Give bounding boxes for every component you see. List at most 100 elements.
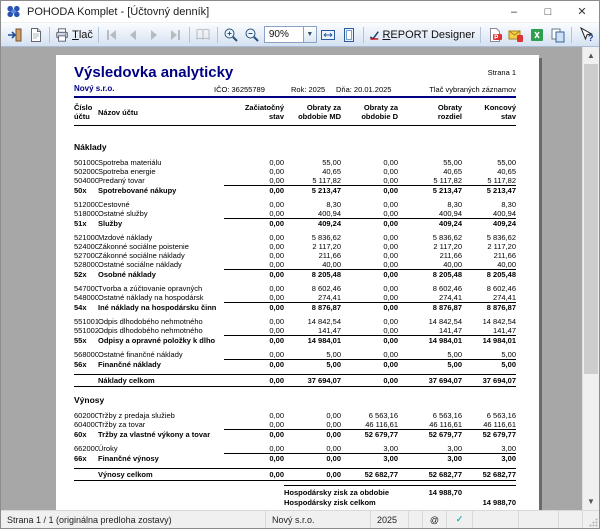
- table-cell: 5 836,62: [398, 233, 462, 242]
- table-cell: 60x: [74, 430, 98, 439]
- minimize-button[interactable]: –: [497, 1, 531, 22]
- copy-button[interactable]: [547, 24, 568, 45]
- table-cell: 524000: [74, 242, 98, 251]
- table-cell: 5 117,82: [462, 176, 516, 185]
- account-row: 527000Zákonné sociálne náklady0,00211,66…: [74, 251, 516, 260]
- table-cell: Ostatné finančné náklady: [98, 350, 233, 359]
- account-row: 501000Spotreba materiálu0,0055,000,0055,…: [74, 158, 516, 167]
- table-cell: 528000: [74, 260, 98, 269]
- table-cell: Služby: [98, 219, 233, 228]
- toolbar-separator: [189, 27, 190, 43]
- table-cell: 0,00: [341, 219, 398, 228]
- table-cell: 0,00: [233, 186, 284, 195]
- resize-grip-icon: [589, 518, 598, 527]
- table-cell: 0,00: [341, 360, 398, 369]
- table-cell: Ostatné sociálne náklady: [98, 260, 233, 269]
- subtotal-row: 54xIné náklady na hospodársku činn0,008 …: [74, 303, 516, 312]
- close-button[interactable]: ✕: [565, 1, 599, 22]
- table-cell: 52 682,77: [341, 469, 398, 480]
- status-empty-cell: [409, 511, 423, 528]
- table-cell: Odpisy a opravné položky k dlho: [98, 336, 233, 345]
- context-help-button[interactable]: ?: [575, 24, 596, 45]
- subtotal-row: 50xSpotrebované nákupy0,005 213,470,005 …: [74, 186, 516, 195]
- report-page[interactable]: Výsledovka analyticky Strana 1 Nový s.r.…: [56, 55, 539, 510]
- status-check-indicator: ✓: [447, 511, 473, 528]
- table-cell: 46 116,61: [341, 420, 398, 429]
- table-cell: 0,00: [233, 176, 284, 185]
- table-cell: 5 117,82: [284, 176, 341, 185]
- table-cell: 5 117,82: [398, 176, 462, 185]
- zoom-dropdown-button[interactable]: ▼: [304, 26, 317, 43]
- send-pdf-email-button[interactable]: [505, 24, 526, 45]
- table-cell: 211,66: [462, 251, 516, 260]
- next-page-button: [144, 24, 165, 45]
- zoom-out-button[interactable]: [242, 24, 263, 45]
- report-title: Výsledovka analyticky: [74, 64, 233, 81]
- export-pdf-button[interactable]: [484, 24, 505, 45]
- account-block: 662000Úroky0,000,003,003,003,0066xFinanč…: [74, 444, 516, 463]
- table-cell: 0,00: [233, 219, 284, 228]
- account-block: 551001Odpis dlhodobého nehmotného0,0014 …: [74, 317, 516, 345]
- table-cell: 8,30: [462, 200, 516, 209]
- zoom-level-value[interactable]: 90%: [264, 26, 304, 43]
- result-value: 14 988,70: [416, 488, 462, 498]
- column-header-cislo: Čísloúčtu: [74, 103, 98, 121]
- fit-width-button[interactable]: [318, 24, 339, 45]
- zoom-level-combo[interactable]: 90% ▼: [264, 26, 317, 43]
- table-cell: 0,00: [233, 430, 284, 439]
- table-cell: 8 602,46: [284, 284, 341, 293]
- table-cell: Odpis dlhodobého nehmotného: [98, 317, 233, 326]
- status-at-indicator: @: [423, 511, 447, 528]
- fit-width-icon: [320, 27, 336, 43]
- print-button[interactable]: Tlač: [53, 24, 95, 45]
- table-cell: 602000: [74, 411, 98, 420]
- table-cell: 40,65: [398, 167, 462, 176]
- table-cell: 14 842,54: [284, 317, 341, 326]
- table-cell: 0,00: [341, 260, 398, 269]
- table-cell: 274,41: [462, 293, 516, 302]
- scrollbar-thumb[interactable]: [584, 64, 598, 374]
- table-cell: Cestovné: [98, 200, 233, 209]
- table-cell: 0,00: [233, 200, 284, 209]
- close-preview-icon: [7, 27, 23, 43]
- table-cell: 2 117,20: [398, 242, 462, 251]
- print-preview-area[interactable]: Výsledovka analyticky Strana 1 Nový s.r.…: [1, 47, 599, 510]
- table-cell: Úroky: [98, 444, 233, 453]
- table-cell: 55x: [74, 336, 98, 345]
- scroll-down-arrow[interactable]: ▼: [583, 493, 599, 510]
- facing-pages-icon: [195, 27, 211, 43]
- column-header-obraty-md: Obraty zaobdobie MD: [284, 103, 341, 121]
- table-cell: 55,00: [284, 158, 341, 167]
- total-row: Náklady celkom0,0037 694,070,0037 694,07…: [74, 374, 516, 387]
- report-designer-button[interactable]: REPORT Designer: [367, 24, 477, 45]
- table-cell: 400,94: [284, 209, 341, 218]
- vertical-scrollbar[interactable]: ▲ ▼: [582, 47, 599, 510]
- account-row: 551002Odpis dlhodobého nehmotného0,00141…: [74, 326, 516, 335]
- fit-page-button[interactable]: [339, 24, 360, 45]
- table-cell: 0,00: [284, 430, 341, 439]
- table-cell: 8 876,87: [462, 303, 516, 312]
- page-setup-button[interactable]: [25, 24, 46, 45]
- maximize-button[interactable]: □: [531, 1, 565, 22]
- table-cell: 14 984,01: [284, 336, 341, 345]
- close-preview-button[interactable]: [4, 24, 25, 45]
- zoom-in-button[interactable]: [221, 24, 242, 45]
- table-cell: 274,41: [398, 293, 462, 302]
- result-label: Hospodársky zisk za obdobie: [284, 488, 416, 498]
- result-row: Hospodársky zisk za obdobie14 988,70: [284, 488, 516, 498]
- subtotal-row: 52xOsobné náklady0,008 205,480,008 205,4…: [74, 270, 516, 279]
- table-cell: Finančné náklady: [98, 360, 233, 369]
- scroll-up-arrow[interactable]: ▲: [583, 47, 599, 64]
- table-cell: 0,00: [341, 336, 398, 345]
- resize-grip[interactable]: [583, 511, 599, 528]
- table-cell: 0,00: [341, 303, 398, 312]
- table-cell: 3,00: [398, 454, 462, 463]
- zoom-in-icon: [223, 27, 239, 43]
- table-cell: 5 213,47: [398, 186, 462, 195]
- export-excel-button[interactable]: [526, 24, 547, 45]
- table-cell: Tržby za tovar: [98, 420, 233, 429]
- table-cell: 14 842,54: [462, 317, 516, 326]
- table-cell: 0,00: [284, 444, 341, 453]
- facing-pages-button: [193, 24, 214, 45]
- table-cell: 0,00: [233, 293, 284, 302]
